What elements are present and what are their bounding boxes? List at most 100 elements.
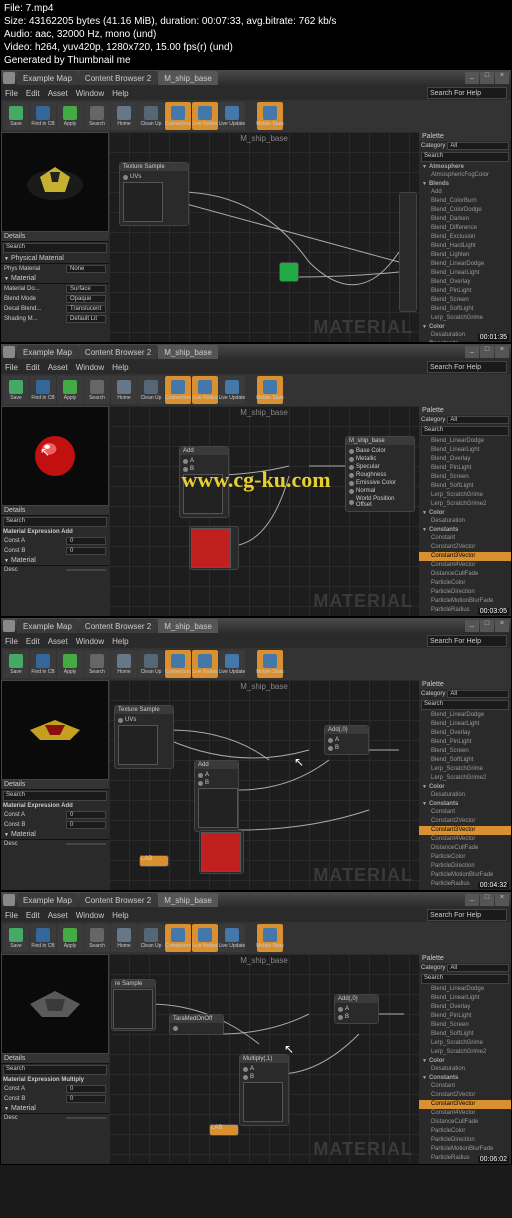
details-search[interactable]: Search [3, 1065, 107, 1075]
node-taraon[interactable]: TaraMedOnOff [169, 1014, 224, 1035]
menu-window[interactable]: Window [76, 637, 104, 646]
section-multiply[interactable]: Material Expression Multiply [1, 1076, 109, 1084]
node-add[interactable]: Add AB [179, 446, 229, 518]
section-add[interactable]: Material Expression Add [1, 528, 109, 536]
menu-asset[interactable]: Asset [48, 363, 68, 372]
palette-search[interactable]: Search [421, 974, 509, 984]
maximize-button[interactable]: □ [480, 894, 494, 906]
node-red-thumb[interactable] [199, 830, 244, 874]
minimize-button[interactable]: _ [465, 72, 479, 84]
material-preview[interactable] [1, 132, 109, 232]
home-button[interactable]: Home [111, 376, 137, 404]
node-thumb[interactable] [189, 526, 239, 570]
section-material[interactable]: Material [1, 274, 109, 284]
material-preview[interactable] [1, 680, 109, 780]
menu-window[interactable]: Window [76, 363, 104, 372]
tab-material[interactable]: M_ship_base [158, 345, 218, 359]
menu-asset[interactable]: Asset [48, 911, 68, 920]
minimize-button[interactable]: _ [465, 620, 479, 632]
val-decal[interactable]: Translucent [66, 305, 106, 313]
apply-button[interactable]: Apply [57, 924, 83, 952]
search-button[interactable]: Search [84, 650, 110, 678]
save-button[interactable]: Save [3, 102, 29, 130]
palette-list[interactable]: Blend_LinearDodge Blend_LinearLight Blen… [419, 437, 511, 616]
home-button[interactable]: Home [111, 102, 137, 130]
minimize-button[interactable]: _ [465, 346, 479, 358]
node-texture-sample[interactable]: Texture Sample UVs [114, 705, 174, 769]
val-phys[interactable]: None [66, 265, 106, 273]
palette-search[interactable]: Search [421, 426, 509, 436]
maximize-button[interactable]: □ [480, 620, 494, 632]
cleanup-button[interactable]: Clean Up [138, 376, 164, 404]
node-sample[interactable]: re Sample [111, 979, 156, 1031]
category-select[interactable]: All [447, 142, 509, 150]
palette-list[interactable]: Atmosphere AtmosphericFogColor Blends Ad… [419, 163, 511, 342]
material-graph[interactable]: M_ship_base Texture Sample UVs Add AB LA… [109, 680, 419, 890]
liveupdate-button[interactable]: Live Update [219, 102, 245, 130]
liveupdate-button[interactable]: Live Update [219, 376, 245, 404]
section-material[interactable]: Material [1, 556, 109, 566]
menu-file[interactable]: File [5, 911, 18, 920]
connectors-button[interactable]: Connectors [165, 924, 191, 952]
node-material-output[interactable]: M_ship_base Base Color Metallic Specular… [345, 436, 415, 512]
section-material[interactable]: Material [1, 830, 109, 840]
help-search-input[interactable]: Search For Help [427, 635, 507, 647]
node-lab[interactable]: LAB [209, 1124, 239, 1136]
tab-example-map[interactable]: Example Map [17, 345, 78, 359]
find-button[interactable]: Find in CB [30, 924, 56, 952]
save-button[interactable]: Save [3, 376, 29, 404]
menu-help[interactable]: Help [112, 89, 128, 98]
palette-list[interactable]: Blend_LinearDodge Blend_LinearLight Blen… [419, 985, 511, 1164]
apply-button[interactable]: Apply [57, 102, 83, 130]
menu-help[interactable]: Help [112, 363, 128, 372]
tab-content-browser[interactable]: Content Browser 2 [79, 345, 157, 359]
maximize-button[interactable]: □ [480, 346, 494, 358]
menu-edit[interactable]: Edit [26, 911, 40, 920]
node-add[interactable]: Add(,0) AB [334, 994, 379, 1024]
help-search-input[interactable]: Search For Help [427, 361, 507, 373]
close-button[interactable]: × [495, 894, 509, 906]
material-graph[interactable]: M_ship_base re Sample TaraMedOnOff Multi… [109, 954, 419, 1164]
palette-list[interactable]: Blend_LinearDodge Blend_LinearLight Blen… [419, 711, 511, 890]
menu-edit[interactable]: Edit [26, 637, 40, 646]
menu-window[interactable]: Window [76, 911, 104, 920]
cleanup-button[interactable]: Clean Up [138, 924, 164, 952]
section-add[interactable]: Material Expression Add [1, 802, 109, 810]
connectors-button[interactable]: Connectors [165, 102, 191, 130]
livenodes-button[interactable]: Live Nodes [192, 924, 218, 952]
livenodes-button[interactable]: Live Nodes [192, 102, 218, 130]
stats-button[interactable]: Mobile Stats [257, 102, 283, 130]
val-domain[interactable]: Surface [66, 285, 106, 293]
menu-help[interactable]: Help [112, 637, 128, 646]
stats-button[interactable]: Mobile Stats [257, 650, 283, 678]
home-button[interactable]: Home [111, 924, 137, 952]
menu-edit[interactable]: Edit [26, 89, 40, 98]
tab-material[interactable]: M_ship_base [158, 71, 218, 85]
liveupdate-button[interactable]: Live Update [219, 650, 245, 678]
material-preview[interactable]: ↖ [1, 406, 109, 506]
stats-button[interactable]: Mobile Stats [257, 924, 283, 952]
tab-example-map[interactable]: Example Map [17, 619, 78, 633]
menu-file[interactable]: File [5, 89, 18, 98]
tab-example-map[interactable]: Example Map [17, 893, 78, 907]
close-button[interactable]: × [495, 620, 509, 632]
menu-help[interactable]: Help [112, 911, 128, 920]
node-lab[interactable]: LAB [139, 855, 169, 867]
liveupdate-button[interactable]: Live Update [219, 924, 245, 952]
cleanup-button[interactable]: Clean Up [138, 102, 164, 130]
section-physical-material[interactable]: Physical Material [1, 254, 109, 264]
palette-search[interactable]: Search [421, 152, 509, 162]
close-button[interactable]: × [495, 346, 509, 358]
menu-edit[interactable]: Edit [26, 363, 40, 372]
livenodes-button[interactable]: Live Nodes [192, 376, 218, 404]
stats-button[interactable]: Mobile Stats [257, 376, 283, 404]
details-search[interactable]: Search [3, 243, 107, 253]
node-texture-sample[interactable]: Texture Sample UVs [119, 162, 189, 226]
section-material[interactable]: Material [1, 1104, 109, 1114]
save-button[interactable]: Save [3, 924, 29, 952]
livenodes-button[interactable]: Live Nodes [192, 650, 218, 678]
material-preview[interactable] [1, 954, 109, 1054]
material-graph[interactable]: M_ship_base Add AB M_ship_base Base Colo… [109, 406, 419, 616]
tab-content-browser[interactable]: Content Browser 2 [79, 71, 157, 85]
menu-asset[interactable]: Asset [48, 89, 68, 98]
